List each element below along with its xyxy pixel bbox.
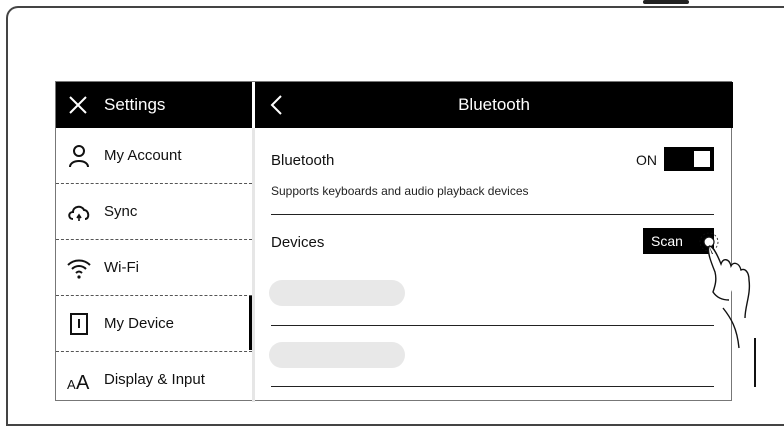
- sidebar-item-my-account[interactable]: My Account: [56, 128, 252, 184]
- sidebar-item-sync[interactable]: Sync: [56, 184, 252, 240]
- device-icon: [70, 313, 88, 335]
- settings-sidebar: My Account Sync Wi-Fi My Device A A Disp…: [56, 128, 252, 402]
- close-icon[interactable]: [68, 95, 88, 115]
- sidebar-item-label: Sync: [104, 203, 138, 220]
- toggle-knob: [694, 151, 710, 167]
- scan-button-label: Scan: [651, 233, 683, 249]
- svg-text:A: A: [76, 372, 90, 393]
- text-size-icon: A A: [67, 372, 90, 393]
- svg-text:A: A: [67, 377, 76, 392]
- bluetooth-toggle[interactable]: [664, 147, 714, 171]
- sidebar-item-label: My Account: [104, 147, 182, 164]
- cloud-sync-icon: [68, 205, 90, 221]
- sidebar-item-label: Display & Input: [104, 371, 205, 388]
- sidebar-item-display-input[interactable]: A A Display & Input: [56, 352, 252, 408]
- wifi-icon: [67, 259, 91, 279]
- sidebar-item-wifi[interactable]: Wi-Fi: [56, 240, 252, 296]
- sidebar-item-label: My Device: [104, 315, 175, 332]
- bluetooth-header: Bluetooth: [255, 82, 733, 128]
- device-top-button: [643, 0, 689, 4]
- sidebar-item-my-device[interactable]: My Device: [56, 296, 252, 352]
- section-divider: [271, 214, 714, 215]
- sidebar-item-label: Wi-Fi: [104, 259, 139, 276]
- settings-screen: Settings Bluetooth My Account Sync Wi-Fi…: [55, 81, 733, 402]
- devices-label: Devices: [271, 234, 325, 251]
- bluetooth-state-label: ON: [636, 152, 657, 168]
- bluetooth-label: Bluetooth: [271, 152, 335, 169]
- settings-header: Settings: [56, 82, 252, 128]
- settings-title: Settings: [104, 95, 166, 114]
- device-placeholder: [269, 280, 405, 306]
- bluetooth-description: Supports keyboards and audio playback de…: [271, 184, 529, 198]
- bluetooth-panel: Bluetooth ON Supports keyboards and audi…: [255, 128, 733, 402]
- person-icon: [69, 145, 89, 168]
- pointing-hand-icon: [699, 232, 756, 387]
- list-divider: [271, 325, 714, 326]
- active-item-indicator: [249, 296, 252, 350]
- page-title: Bluetooth: [458, 95, 530, 114]
- device-placeholder: [269, 342, 405, 368]
